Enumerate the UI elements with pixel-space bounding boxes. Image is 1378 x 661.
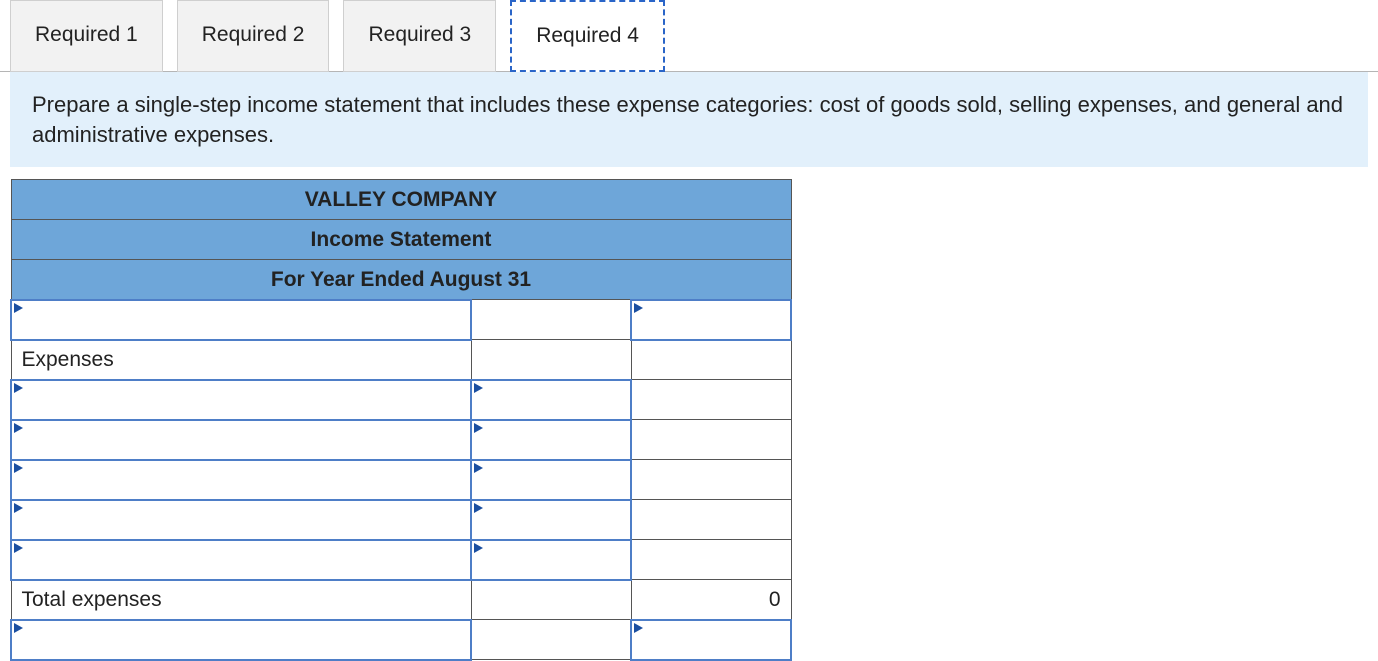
instruction-banner: Prepare a single-step income statement t… xyxy=(10,72,1368,167)
expenses-b xyxy=(471,340,631,380)
tab-required-3[interactable]: Required 3 xyxy=(343,0,496,72)
expense3-amount[interactable] xyxy=(471,460,631,500)
total-expenses-label: Total expenses xyxy=(11,580,471,620)
tab-required-4[interactable]: Required 4 xyxy=(510,0,665,72)
expense5-amount[interactable] xyxy=(471,540,631,580)
expenses-c xyxy=(631,340,791,380)
expense5-account-select[interactable] xyxy=(11,540,471,580)
expense1-c xyxy=(631,380,791,420)
header-period: For Year Ended August 31 xyxy=(11,260,791,300)
total-expenses-b xyxy=(471,580,631,620)
expense1-account-select[interactable] xyxy=(11,380,471,420)
expense1-amount[interactable] xyxy=(471,380,631,420)
tab-bar: Required 1 Required 2 Required 3 Require… xyxy=(0,0,1378,72)
row1-account-select[interactable] xyxy=(11,300,471,340)
netincome-account-select[interactable] xyxy=(11,620,471,660)
expense3-c xyxy=(631,460,791,500)
netincome-amount[interactable] xyxy=(631,620,791,660)
expense4-account-select[interactable] xyxy=(11,500,471,540)
tab-required-1[interactable]: Required 1 xyxy=(10,0,163,72)
netincome-b xyxy=(471,620,631,660)
header-company: VALLEY COMPANY xyxy=(11,180,791,220)
header-title: Income Statement xyxy=(11,220,791,260)
income-statement-table: VALLEY COMPANY Income Statement For Year… xyxy=(10,179,792,661)
expense2-amount[interactable] xyxy=(471,420,631,460)
expense5-c xyxy=(631,540,791,580)
expense4-c xyxy=(631,500,791,540)
total-expenses-value: 0 xyxy=(631,580,791,620)
expense4-amount[interactable] xyxy=(471,500,631,540)
row1-amount-b xyxy=(471,300,631,340)
row1-amount-c[interactable] xyxy=(631,300,791,340)
expense2-c xyxy=(631,420,791,460)
tab-required-2[interactable]: Required 2 xyxy=(177,0,330,72)
expenses-label: Expenses xyxy=(11,340,471,380)
expense3-account-select[interactable] xyxy=(11,460,471,500)
expense2-account-select[interactable] xyxy=(11,420,471,460)
